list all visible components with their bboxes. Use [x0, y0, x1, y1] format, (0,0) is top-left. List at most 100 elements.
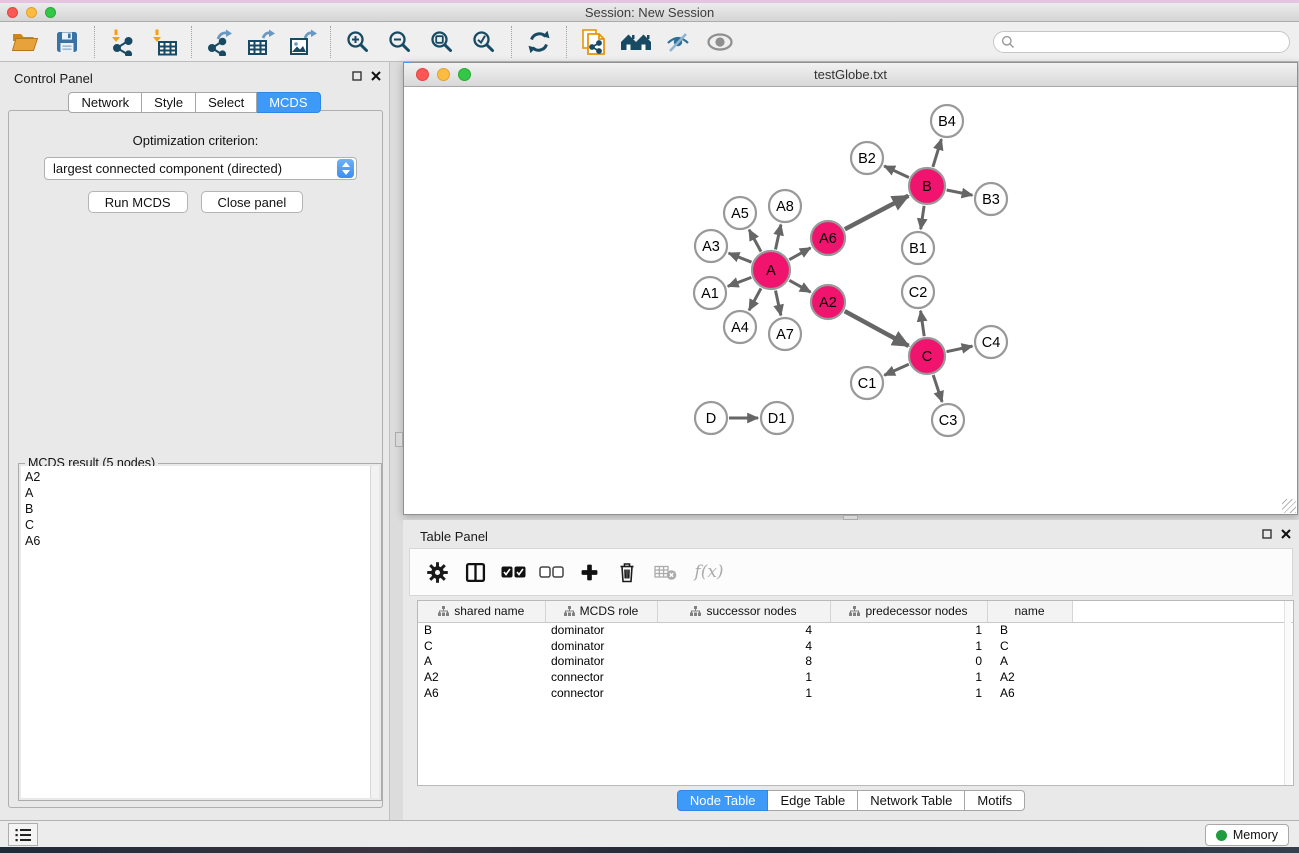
- edge-B-B4[interactable]: [933, 139, 942, 167]
- zoom-selected-button[interactable]: [469, 26, 499, 58]
- node-label-B: B: [922, 179, 932, 195]
- tab-style[interactable]: Style: [142, 92, 196, 113]
- table-options-button[interactable]: [422, 555, 452, 589]
- node-label-D: D: [706, 411, 716, 427]
- optimization-criterion-label: Optimization criterion:: [9, 133, 382, 148]
- float-panel-icon[interactable]: [352, 71, 362, 81]
- table-scrollbar[interactable]: [1284, 601, 1291, 785]
- edge-A-A7[interactable]: [776, 291, 781, 316]
- tab-edge-table[interactable]: Edge Table: [768, 790, 858, 811]
- task-history-button[interactable]: [8, 823, 38, 846]
- import-network-button[interactable]: [107, 26, 137, 58]
- edge-A-A8[interactable]: [776, 225, 781, 250]
- table-row[interactable]: Bdominator41B: [418, 622, 1293, 638]
- vertical-splitter-grip[interactable]: [395, 432, 403, 447]
- mcds-result-scrollbar[interactable]: [371, 466, 379, 798]
- edge-A-A5[interactable]: [749, 230, 761, 252]
- table-cell: 1: [830, 685, 987, 701]
- export-image-button[interactable]: [288, 26, 318, 58]
- table-cell: A: [418, 654, 545, 670]
- edge-C-C3[interactable]: [933, 375, 942, 402]
- mcds-result-item[interactable]: A: [25, 485, 370, 501]
- show-panels-button[interactable]: [705, 26, 735, 58]
- search-field[interactable]: [993, 31, 1290, 53]
- tab-select[interactable]: Select: [196, 92, 257, 113]
- column-header-name[interactable]: name: [987, 601, 1072, 622]
- open-session-button[interactable]: [10, 26, 40, 58]
- search-input[interactable]: [1019, 35, 1289, 49]
- import-table-button[interactable]: [149, 26, 179, 58]
- zoom-in-button[interactable]: [343, 26, 373, 58]
- table-cell: 8: [657, 654, 830, 670]
- edge-A2-C[interactable]: [845, 311, 909, 346]
- add-column-button[interactable]: [574, 555, 604, 589]
- edge-A-A1[interactable]: [728, 277, 752, 286]
- export-table-button[interactable]: [246, 26, 276, 58]
- delete-column-button[interactable]: [612, 555, 642, 589]
- mcds-result-item[interactable]: B: [25, 501, 370, 517]
- edge-A-A2[interactable]: [789, 280, 810, 292]
- close-panel-button[interactable]: Close panel: [201, 191, 304, 213]
- home-button[interactable]: [621, 26, 651, 58]
- tab-network-table[interactable]: Network Table: [858, 790, 965, 811]
- edge-B-B2[interactable]: [884, 166, 909, 178]
- mcds-panel: Optimization criterion: largest connecte…: [8, 110, 383, 808]
- tab-motifs[interactable]: Motifs: [965, 790, 1025, 811]
- table-row[interactable]: Cdominator41C: [418, 638, 1293, 654]
- column-visibility-button[interactable]: [460, 555, 490, 589]
- network-overview-button[interactable]: [579, 26, 609, 58]
- toolbar-separator: [191, 26, 192, 58]
- hierarchy-icon: [564, 606, 575, 616]
- table-row[interactable]: A2connector11A2: [418, 669, 1293, 685]
- table-cell: 1: [830, 669, 987, 685]
- refresh-view-button[interactable]: [524, 26, 554, 58]
- tab-node-table[interactable]: Node Table: [677, 790, 769, 811]
- node-label-A2: A2: [819, 295, 837, 311]
- column-header-shared-name[interactable]: shared name: [418, 601, 545, 622]
- select-all-button[interactable]: [498, 555, 528, 589]
- close-panel-icon[interactable]: [371, 71, 381, 81]
- toolbar-separator: [566, 26, 567, 58]
- export-network-button[interactable]: [204, 26, 234, 58]
- table-cell: A: [987, 654, 1072, 670]
- hide-panels-button[interactable]: [663, 26, 693, 58]
- mcds-result-item[interactable]: C: [25, 517, 370, 533]
- zoom-fit-button[interactable]: [427, 26, 457, 58]
- float-panel-icon[interactable]: [1262, 529, 1272, 539]
- edge-A-A6[interactable]: [789, 248, 810, 260]
- edge-C-C2[interactable]: [921, 311, 925, 336]
- window-resize-grip[interactable]: [1282, 499, 1296, 513]
- mcds-result-item[interactable]: A2: [25, 469, 370, 485]
- delete-table-button[interactable]: [650, 555, 680, 589]
- function-builder-button[interactable]: f(x): [688, 555, 730, 589]
- edge-C-C1[interactable]: [884, 364, 909, 375]
- zoom-out-button[interactable]: [385, 26, 415, 58]
- table-row[interactable]: Adominator80A: [418, 654, 1293, 670]
- node-label-A4: A4: [731, 320, 749, 336]
- tab-mcds[interactable]: MCDS: [257, 92, 320, 113]
- column-header-predecessor-nodes[interactable]: predecessor nodes: [830, 601, 987, 622]
- edge-B-B3[interactable]: [947, 190, 973, 195]
- save-session-button[interactable]: [52, 26, 82, 58]
- edge-A-A4[interactable]: [749, 288, 761, 310]
- edge-B-B1[interactable]: [921, 206, 924, 229]
- table-row[interactable]: A6connector11A6: [418, 685, 1293, 701]
- network-canvas[interactable]: B4B2BB3B1A5A8A6A3AA1A4A7A2C2CC4C1C3DD1: [404, 87, 1297, 514]
- edge-A-A3[interactable]: [729, 253, 752, 262]
- deselect-all-button[interactable]: [536, 555, 566, 589]
- table-cell: connector: [545, 685, 657, 701]
- column-header-successor-nodes[interactable]: successor nodes: [657, 601, 830, 622]
- memory-button[interactable]: Memory: [1205, 824, 1289, 846]
- close-panel-icon[interactable]: [1281, 529, 1291, 539]
- table-cell: B: [418, 622, 545, 638]
- criterion-dropdown[interactable]: largest connected component (directed): [44, 157, 357, 180]
- table-cell: B: [987, 622, 1072, 638]
- run-mcds-button[interactable]: Run MCDS: [88, 191, 188, 213]
- edge-C-C4[interactable]: [947, 346, 973, 352]
- tab-network[interactable]: Network: [68, 92, 142, 113]
- edge-A6-B[interactable]: [845, 196, 909, 229]
- desktop-strip-bottom: [0, 847, 1299, 853]
- column-header-mcds-role[interactable]: MCDS role: [545, 601, 657, 622]
- mcds-result-item[interactable]: A6: [25, 533, 370, 549]
- node-label-D1: D1: [768, 411, 787, 427]
